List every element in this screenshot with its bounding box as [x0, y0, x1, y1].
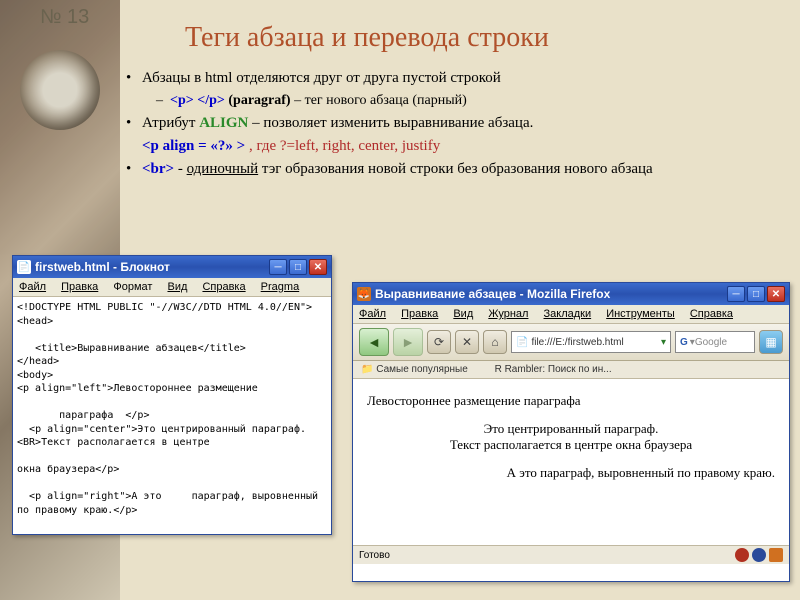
b4-dash: - — [178, 161, 183, 177]
search-placeholder: Google — [695, 337, 727, 348]
firefox-icon: 🦊 — [357, 287, 371, 301]
bookmark-popular[interactable]: 📁 Самые популярные — [361, 364, 480, 375]
ff-menu-edit[interactable]: Правка — [401, 308, 438, 320]
page-content: Левостороннее размещение параграфа Это ц… — [353, 379, 789, 545]
ff-menu-history[interactable]: Журнал — [488, 308, 528, 320]
slide-number: № 13 — [40, 6, 89, 29]
menu-view[interactable]: Вид — [167, 281, 187, 293]
reload-button[interactable]: ⟳ — [427, 330, 451, 354]
firefox-toolbar: ◄ ► ⟳ ✕ ⌂ 📄 file:///E:/firstweb.html ▾ G… — [353, 324, 789, 361]
firefox-titlebar[interactable]: 🦊 Выравнивание абзацев - Mozilla Firefox… — [353, 283, 789, 305]
ff-menu-file[interactable]: Файл — [359, 308, 386, 320]
home-button[interactable]: ⌂ — [483, 330, 507, 354]
bullet2-a: Атрибут — [142, 115, 199, 131]
menu-pragma[interactable]: Pragma — [261, 281, 300, 293]
paragraph-right: А это параграф, выровненный по правому к… — [367, 465, 775, 481]
page-icon: 📄 — [516, 337, 528, 348]
paragraf-label: (paragraf) — [228, 93, 290, 108]
maximize-button[interactable]: □ — [289, 259, 307, 275]
menu-edit[interactable]: Правка — [61, 281, 98, 293]
ff-menu-tools[interactable]: Инструменты — [606, 308, 675, 320]
syntax-c: , где ?=left, right, center, justify — [249, 138, 440, 154]
statusbar: Готово — [353, 545, 789, 564]
tag-br: <br> — [142, 161, 174, 177]
ff-menu-help[interactable]: Справка — [690, 308, 733, 320]
firefox-window: 🦊 Выравнивание абзацев - Mozilla Firefox… — [352, 282, 790, 582]
status-icon-script[interactable] — [752, 548, 766, 562]
sub1-rest: – тег нового абзаца (парный) — [294, 93, 467, 108]
notepad-window: 📄 firstweb.html - Блокнот ─ □ ✕ Файл Пра… — [12, 255, 332, 535]
sidebar-button[interactable]: ▦ — [759, 330, 783, 354]
syntax-b: = «?» > — [198, 138, 245, 154]
ff-minimize-button[interactable]: ─ — [727, 286, 745, 302]
back-button[interactable]: ◄ — [359, 328, 389, 356]
menu-format[interactable]: Формат — [113, 281, 152, 293]
bullet-1-text: Абзацы в html отделяются друг от друга п… — [142, 70, 501, 86]
search-engine-icon: G — [680, 337, 688, 348]
status-text: Готово — [359, 550, 390, 561]
bullet-2: Атрибут ALIGN – позволяет изменить вырав… — [120, 115, 780, 132]
forward-button[interactable]: ► — [393, 328, 423, 356]
sub-bullet-1: <p> </p> (paragraf) – тег нового абзаца … — [120, 93, 780, 109]
close-button[interactable]: ✕ — [309, 259, 327, 275]
url-text: file:///E:/firstweb.html — [531, 337, 623, 348]
dropdown-icon[interactable]: ▾ — [661, 337, 666, 348]
bullet-1: Абзацы в html отделяются друг от друга п… — [120, 70, 780, 87]
notepad-titlebar[interactable]: 📄 firstweb.html - Блокнот ─ □ ✕ — [13, 256, 331, 278]
bookmarks-bar: 📁 Самые популярные R Rambler: Поиск по и… — [353, 361, 789, 379]
paragraph-left: Левостороннее размещение параграфа — [367, 393, 775, 409]
search-box[interactable]: G▾ Google — [675, 331, 755, 353]
bookmark-rambler[interactable]: R Rambler: Поиск по ин... — [495, 364, 624, 375]
firefox-title: Выравнивание абзацев - Mozilla Firefox — [375, 287, 610, 301]
slide-content: Абзацы в html отделяются друг от друга п… — [120, 70, 780, 184]
notepad-icon: 📄 — [17, 260, 31, 274]
menu-file[interactable]: Файл — [19, 281, 46, 293]
menu-help[interactable]: Справка — [202, 281, 245, 293]
bullet-4: <br> - одиночный тэг образования новой с… — [120, 161, 780, 178]
b4-u: одиночный — [187, 161, 259, 177]
minimize-button[interactable]: ─ — [269, 259, 287, 275]
status-icon-firefox[interactable] — [769, 548, 783, 562]
bullet2-b: – позволяет изменить выравнивание абзаца… — [252, 115, 533, 131]
attr-align: ALIGN — [199, 115, 248, 131]
ff-menu-view[interactable]: Вид — [453, 308, 473, 320]
stop-button[interactable]: ✕ — [455, 330, 479, 354]
ff-menu-bookmarks[interactable]: Закладки — [544, 308, 592, 320]
syntax-line: <p align = «?» > , где ?=left, right, ce… — [120, 138, 780, 155]
url-bar[interactable]: 📄 file:///E:/firstweb.html ▾ — [511, 331, 671, 353]
notepad-menubar: Файл Правка Формат Вид Справка Pragma — [13, 278, 331, 297]
firefox-menubar: Файл Правка Вид Журнал Закладки Инструме… — [353, 305, 789, 324]
syntax-a: <p align — [142, 138, 194, 154]
status-icon-abp[interactable] — [735, 548, 749, 562]
slide-title: Теги абзаца и перевода строки — [185, 22, 549, 54]
tag-p: <p> </p> — [170, 93, 228, 108]
notepad-title: firstweb.html - Блокнот — [35, 260, 170, 274]
notepad-textarea[interactable]: <!DOCTYPE HTML PUBLIC "-//W3C//DTD HTML … — [13, 297, 331, 527]
b4-rest: тэг образования новой строки без образов… — [262, 161, 653, 177]
ff-maximize-button[interactable]: □ — [747, 286, 765, 302]
ff-close-button[interactable]: ✕ — [767, 286, 785, 302]
paragraph-center: Это центрированный параграф. Текст распо… — [367, 421, 775, 453]
